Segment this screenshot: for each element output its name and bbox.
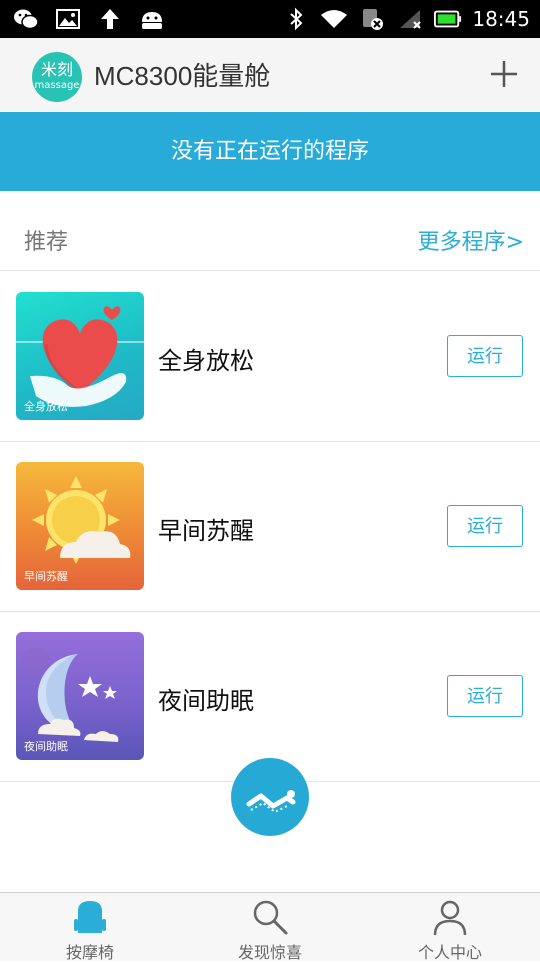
nav-item-massage-chair[interactable]: 按摩椅 — [0, 893, 180, 962]
program-item[interactable]: 夜间助眠 夜间助眠 运行 — [0, 611, 540, 782]
logo-text-en: massage — [34, 80, 80, 91]
program-name: 早间苏醒 — [158, 517, 254, 545]
run-button[interactable]: 运行 — [447, 505, 523, 547]
android-icon — [138, 6, 166, 32]
sim-icon — [358, 6, 386, 32]
nav-item-profile[interactable]: 个人中心 — [360, 893, 540, 962]
app-bar: 米刻 massage MC8300能量舱 — [0, 38, 540, 113]
recommend-header: 推荐 更多程序> — [0, 208, 540, 271]
bottom-navigation: 按摩椅 发现惊喜 个人中心 — [0, 892, 540, 962]
signal-icon — [396, 6, 424, 32]
program-name: 全身放松 — [158, 347, 254, 375]
program-thumbnail: 夜间助眠 — [16, 632, 144, 760]
nav-item-discover[interactable]: 发现惊喜 — [180, 893, 360, 962]
image-icon — [54, 6, 82, 32]
upload-arrow-icon — [96, 6, 124, 32]
add-button[interactable] — [486, 56, 522, 92]
logo-text-cn: 米刻 — [40, 60, 73, 79]
app-logo: 米刻 massage — [32, 52, 82, 102]
nav-label: 按摩椅 — [65, 943, 114, 962]
nav-label: 个人中心 — [417, 943, 482, 962]
thumbnail-label: 全身放松 — [24, 400, 68, 413]
running-status-banner: 没有正在运行的程序 — [0, 112, 540, 191]
wechat-icon — [12, 6, 40, 32]
page-title: MC8300能量舱 — [94, 61, 271, 91]
status-time: 18:45 — [472, 7, 530, 31]
massage-chair-fab[interactable] — [231, 758, 309, 836]
thumbnail-label: 夜间助眠 — [24, 740, 68, 753]
recommend-title: 推荐 — [24, 230, 69, 255]
bluetooth-icon — [282, 6, 310, 32]
program-item[interactable]: 早间苏醒 早间苏醒 运行 — [0, 441, 540, 612]
chair-icon — [74, 901, 106, 933]
program-thumbnail: 全身放松 — [16, 292, 144, 420]
more-programs-link[interactable]: 更多程序> — [418, 224, 524, 256]
search-icon — [253, 900, 288, 935]
plus-icon — [491, 61, 517, 87]
status-bar: 18:45 — [0, 0, 540, 38]
wifi-icon — [320, 6, 348, 32]
massage-chair-icon — [246, 790, 296, 814]
run-button[interactable]: 运行 — [447, 675, 523, 717]
battery-icon — [434, 6, 462, 32]
run-button[interactable]: 运行 — [447, 335, 523, 377]
program-item[interactable]: 全身放松 全身放松 运行 — [0, 271, 540, 442]
person-icon — [433, 900, 467, 936]
nav-label: 发现惊喜 — [237, 943, 302, 962]
thumbnail-label: 早间苏醒 — [24, 570, 68, 583]
program-thumbnail: 早间苏醒 — [16, 462, 144, 590]
program-name: 夜间助眠 — [158, 687, 254, 715]
